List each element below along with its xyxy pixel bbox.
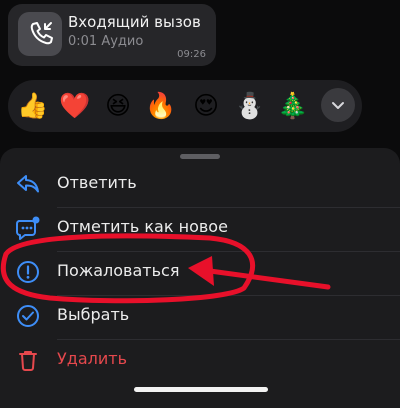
call-time: 09:26 bbox=[177, 49, 206, 60]
menu-label-reply: Ответить bbox=[57, 173, 137, 192]
menu-label-mark-unread: Отметить как новое bbox=[57, 217, 228, 236]
mark-unread-icon bbox=[16, 216, 40, 240]
report-icon bbox=[17, 261, 39, 283]
context-menu-sheet: Ответить Отметить как новое Пожаловаться… bbox=[0, 148, 400, 408]
menu-label-report: Пожаловаться bbox=[57, 261, 180, 280]
trash-icon bbox=[19, 351, 37, 371]
menu-item-reply[interactable]: Ответить bbox=[0, 162, 400, 206]
reaction-heart-eyes[interactable]: 😍 bbox=[189, 88, 223, 124]
select-check-icon bbox=[17, 305, 39, 327]
more-reactions-button[interactable] bbox=[321, 88, 355, 122]
menu-item-report[interactable]: Пожаловаться bbox=[0, 250, 400, 294]
menu-item-delete[interactable]: Удалить bbox=[0, 338, 400, 382]
reaction-thumbs-up[interactable]: 👍 bbox=[16, 88, 50, 124]
call-title: Входящий вызов bbox=[68, 13, 201, 31]
reaction-bar: 👍 ❤️ 😆 🔥 😍 ⛄ 🎄 bbox=[8, 80, 362, 132]
reaction-heart[interactable]: ❤️ bbox=[58, 88, 92, 124]
chevron-down-icon bbox=[332, 102, 344, 109]
reaction-fire[interactable]: 🔥 bbox=[144, 88, 178, 124]
menu-label-delete: Удалить bbox=[57, 349, 127, 368]
sheet-grabber[interactable] bbox=[180, 154, 220, 159]
menu-item-select[interactable]: Выбрать bbox=[0, 294, 400, 338]
reaction-christmas-tree[interactable]: 🎄 bbox=[276, 88, 310, 124]
call-subtitle: 0:01 Аудио bbox=[68, 34, 144, 49]
reaction-snowman[interactable]: ⛄ bbox=[233, 88, 267, 124]
menu-item-mark-unread[interactable]: Отметить как новое bbox=[0, 206, 400, 250]
incoming-call-icon bbox=[18, 12, 62, 56]
menu-label-select: Выбрать bbox=[57, 305, 130, 324]
reaction-laughing[interactable]: 😆 bbox=[101, 88, 135, 124]
incoming-call-message[interactable]: Входящий вызов 0:01 Аудио 09:26 bbox=[8, 4, 216, 66]
reply-icon bbox=[17, 175, 39, 193]
home-indicator bbox=[134, 387, 268, 392]
